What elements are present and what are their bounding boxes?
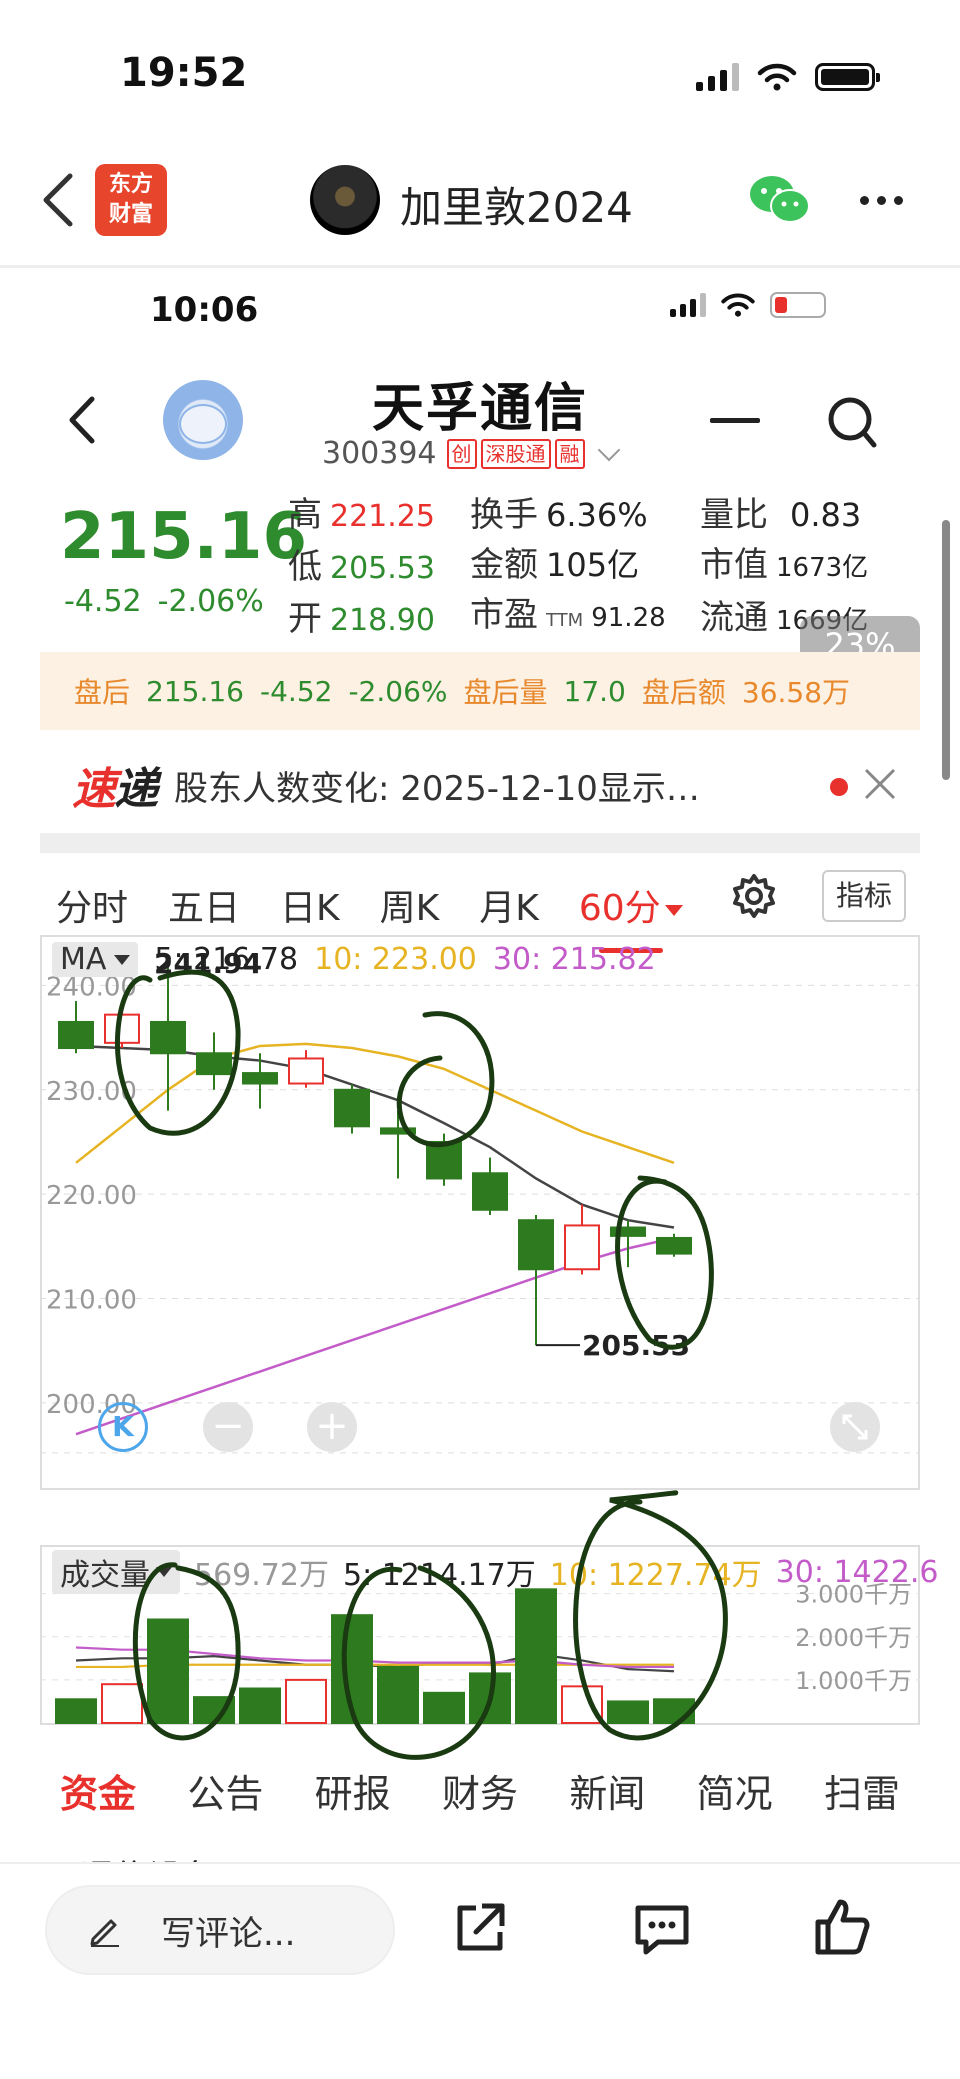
- hand-drawn-circle: [615, 1175, 714, 1350]
- hand-drawn-circle: [573, 1490, 728, 1741]
- hand-drawn-circle: [341, 1565, 496, 1760]
- tab-news[interactable]: 新闻: [569, 1763, 645, 1818]
- tab-profile[interactable]: 简况: [697, 1763, 773, 1818]
- comment-input[interactable]: 写评论...: [45, 1885, 395, 1975]
- detail-tabs: 资金 公告 研报 财务 新闻 简况 扫雷: [40, 1755, 920, 1825]
- pencil-icon: [90, 1919, 119, 1947]
- share-icon[interactable]: [452, 1900, 508, 1956]
- comment-placeholder: 写评论...: [161, 1913, 296, 1954]
- hand-drawn-circle: [396, 1011, 495, 1148]
- tab-financials[interactable]: 财务: [442, 1763, 518, 1818]
- tab-research[interactable]: 研报: [315, 1763, 391, 1818]
- tab-capital[interactable]: 资金: [60, 1763, 136, 1818]
- tab-announcements[interactable]: 公告: [187, 1763, 263, 1818]
- hand-drawn-circle: [114, 969, 241, 1136]
- thumbs-up-icon[interactable]: [812, 1896, 872, 1958]
- comment-bubble-icon[interactable]: [632, 1902, 692, 1958]
- hand-drawn-circle: [132, 1562, 241, 1741]
- tab-risk-scan[interactable]: 扫雷: [824, 1763, 900, 1818]
